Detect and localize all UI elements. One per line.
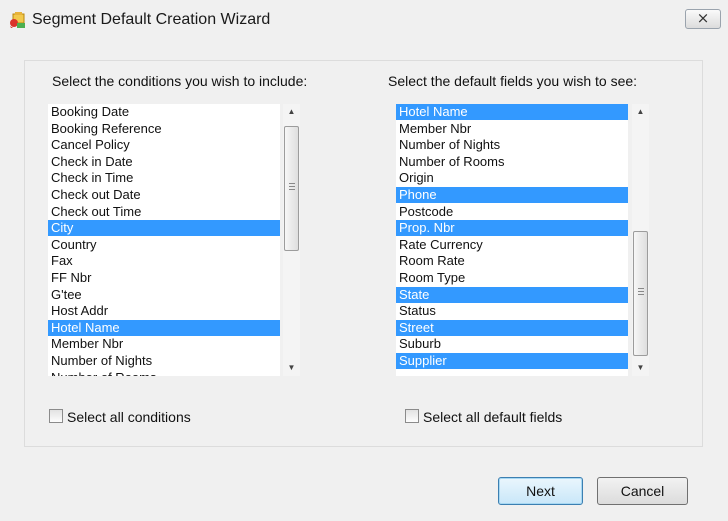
fields-scrollbar[interactable]: ▲ ▼ [632,104,649,376]
conditions-list-item[interactable]: G'tee [48,287,280,303]
select-all-fields-checkbox[interactable] [405,409,419,423]
fields-list-item[interactable]: Rate Currency [396,237,628,253]
fields-list-item[interactable]: State [396,286,628,303]
fields-list-item[interactable]: Status [396,303,628,319]
fields-list-item[interactable]: Member Nbr [396,121,628,137]
select-all-conditions-checkbox[interactable] [49,409,63,423]
conditions-scrollbar[interactable]: ▲ ▼ [283,104,300,376]
window-title: Segment Default Creation Wizard [32,11,271,28]
fields-scroll-thumb[interactable] [633,231,648,356]
fields-list-item[interactable]: Postcode [396,204,628,220]
conditions-list-item[interactable]: Booking Date [48,104,280,120]
fields-list-item[interactable]: Room Rate [396,253,628,269]
scroll-up-arrow-icon[interactable]: ▲ [632,104,649,120]
conditions-list-item[interactable]: Country [48,237,280,253]
fields-heading: Select the default fields you wish to se… [388,73,638,89]
conditions-list-item[interactable]: Number of Rooms [48,370,280,376]
title-bar: Segment Default Creation Wizard ⨯ [0,0,728,38]
conditions-list-item[interactable]: FF Nbr [48,270,280,286]
conditions-list-item[interactable]: City [48,220,280,237]
scroll-up-arrow-icon[interactable]: ▲ [283,104,300,120]
fields-list-item[interactable]: Room Type [396,270,628,286]
fields-list-item[interactable]: Phone [396,187,628,203]
close-icon: ⨯ [696,10,710,27]
conditions-list-item[interactable]: Member Nbr [48,336,280,352]
fields-list-item[interactable]: Number of Rooms [396,154,628,170]
scroll-down-arrow-icon[interactable]: ▼ [632,360,649,376]
conditions-scroll-thumb[interactable] [284,126,299,251]
wizard-app-icon [8,11,26,29]
conditions-list-item[interactable]: Check out Time [48,204,280,220]
fields-list-item[interactable]: Number of Nights [396,137,628,153]
conditions-list-item[interactable]: Booking Reference [48,121,280,137]
next-button[interactable]: Next [498,477,583,505]
fields-list-item[interactable]: Supplier [396,353,628,369]
conditions-list-item[interactable]: Host Addr [48,303,280,319]
conditions-list-item[interactable]: Cancel Policy [48,137,280,153]
conditions-list-item[interactable]: Check in Time [48,170,280,186]
cancel-button[interactable]: Cancel [597,477,688,505]
fields-list-item[interactable]: Hotel Name [396,104,628,120]
fields-list-item[interactable]: Prop. Nbr [396,220,628,237]
fields-list-item[interactable]: Street [396,319,628,336]
conditions-listbox[interactable]: Booking Date Booking Reference Cancel Poli… [48,104,280,376]
conditions-list-item[interactable]: Number of Nights [48,353,280,369]
fields-listbox[interactable]: Hotel Name Member Nbr Number of Nights Numb… [396,104,628,376]
scroll-down-arrow-icon[interactable]: ▼ [283,360,300,376]
conditions-list-item[interactable]: Fax [48,253,280,269]
wizard-window: Segment Default Creation Wizard ⨯ Select… [0,0,728,521]
select-all-conditions-label: Select all conditions [67,409,191,425]
close-button[interactable]: ⨯ [685,9,721,29]
conditions-list-item[interactable]: Check out Date [48,187,280,203]
conditions-heading: Select the conditions you wish to includ… [52,73,308,89]
conditions-list-item[interactable]: Check in Date [48,154,280,170]
select-all-fields-label: Select all default fields [423,409,563,425]
fields-list-item[interactable]: Suburb [396,336,628,352]
conditions-list-item[interactable]: Hotel Name [48,319,280,336]
fields-list-item[interactable]: Origin [396,170,628,186]
